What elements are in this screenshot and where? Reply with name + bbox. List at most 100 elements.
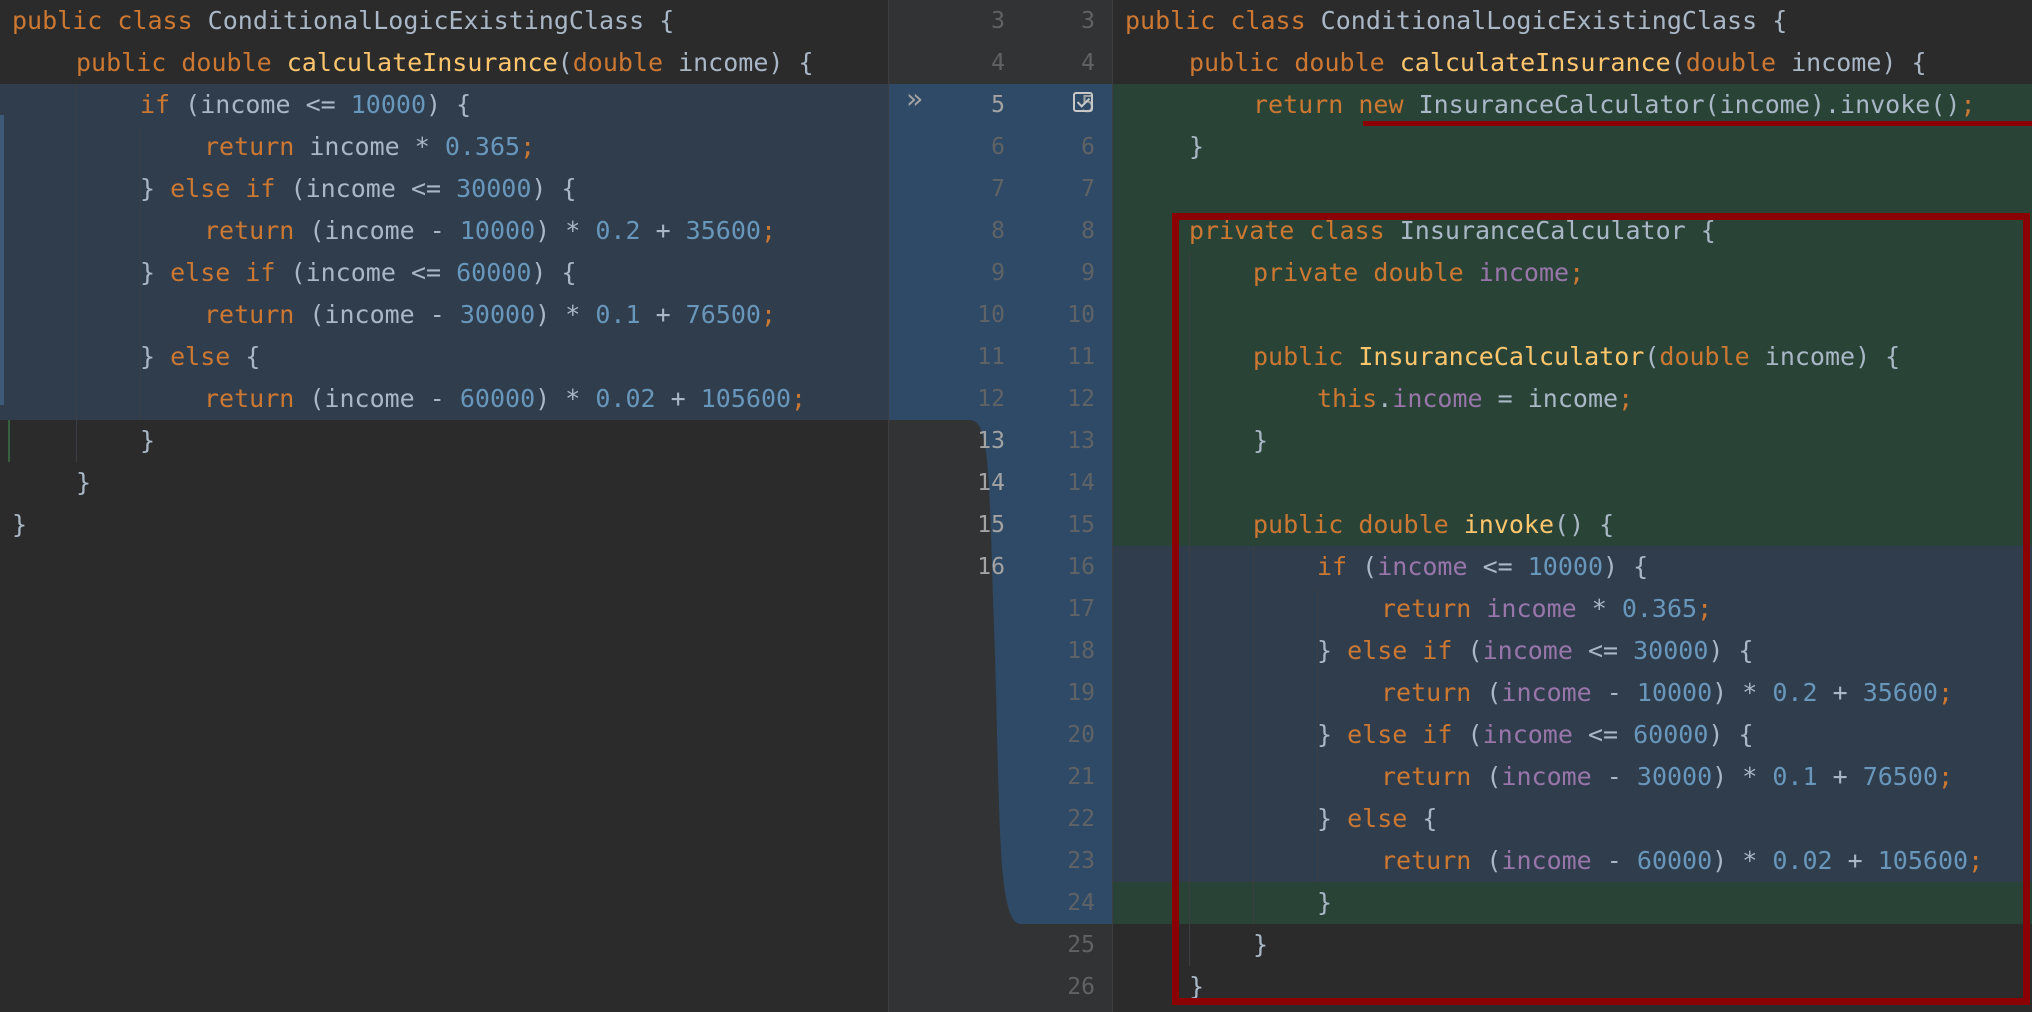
left-code-line[interactable]: public double calculateInsurance(double … — [0, 42, 888, 84]
code-token: + — [640, 300, 686, 329]
code-token: ) * — [535, 384, 596, 413]
right-line-number: 17 — [1067, 596, 1095, 622]
code-token: double — [1659, 342, 1765, 371]
right-code-text: private class InsuranceCalculator { — [1189, 216, 1716, 245]
code-token: ; — [1569, 258, 1585, 287]
right-line-number: 22 — [1067, 806, 1095, 832]
right-code-line[interactable]: public class ConditionalLogicExistingCla… — [1113, 0, 2032, 42]
code-token: 60000 — [1633, 720, 1709, 749]
code-token: ; — [1618, 384, 1634, 413]
apply-change-arrow-icon[interactable]: » — [906, 85, 928, 113]
left-code-line[interactable]: } — [0, 504, 888, 546]
right-line-number: 23 — [1067, 848, 1095, 874]
left-code-text: } else { — [140, 342, 260, 371]
code-token: ) { — [426, 90, 472, 119]
right-code-line[interactable]: this.income = income; — [1113, 378, 2032, 420]
code-token: ( — [557, 48, 573, 77]
code-token: class — [117, 6, 208, 35]
right-code-line[interactable]: } — [1113, 924, 2032, 966]
left-code-line[interactable]: return (income - 10000) * 0.2 + 35600; — [0, 210, 888, 252]
code-token: + — [1817, 678, 1863, 707]
left-line-number: 15 — [977, 512, 1005, 538]
left-code-line[interactable]: if (income <= 10000) { — [0, 84, 888, 126]
right-code-line[interactable]: private class InsuranceCalculator { — [1113, 210, 2032, 252]
code-token: InsuranceCalculator { — [1399, 216, 1716, 245]
code-token: income — [1482, 720, 1573, 749]
right-code-line[interactable]: } else if (income <= 30000) { — [1113, 630, 2032, 672]
code-token: . — [1377, 384, 1393, 413]
right-editor-pane[interactable]: public class ConditionalLogicExistingCla… — [1112, 0, 2032, 1012]
right-code-line[interactable]: } else { — [1113, 798, 2032, 840]
code-token: } — [1189, 132, 1205, 161]
right-line-number: 7 — [1081, 176, 1095, 202]
left-line-number: 9 — [991, 260, 1005, 286]
right-code-line[interactable]: public double calculateInsurance(double … — [1113, 42, 2032, 84]
left-code-line[interactable]: return (income - 30000) * 0.1 + 76500; — [0, 294, 888, 336]
code-token: income — [1501, 762, 1592, 791]
left-code-line[interactable]: } else if (income <= 60000) { — [0, 252, 888, 294]
code-token: 0.2 — [595, 216, 641, 245]
right-line-number: 20 — [1067, 722, 1095, 748]
right-code-line[interactable]: } — [1113, 882, 2032, 924]
right-code-line[interactable]: private double income; — [1113, 252, 2032, 294]
left-code-line[interactable] — [0, 546, 888, 588]
right-line-number: 12 — [1067, 386, 1095, 412]
left-code-line[interactable]: } — [0, 462, 888, 504]
right-code-line[interactable]: } — [1113, 420, 2032, 462]
code-token: 10000 — [1636, 678, 1713, 707]
code-token: double — [1358, 510, 1464, 539]
left-code-text: if (income <= 10000) { — [140, 90, 471, 119]
code-token: double — [1685, 48, 1792, 77]
right-line-number: 3 — [1081, 8, 1095, 34]
left-code-line[interactable]: return income * 0.365; — [0, 126, 888, 168]
right-code-line[interactable] — [1113, 294, 2032, 336]
right-code-line[interactable] — [1113, 168, 2032, 210]
right-code-line[interactable]: if (income <= 10000) { — [1113, 546, 2032, 588]
right-code-text: } — [1253, 930, 1268, 959]
left-line-number: 10 — [977, 302, 1005, 328]
code-token: class — [1309, 216, 1400, 245]
left-code-line[interactable]: return (income - 60000) * 0.02 + 105600; — [0, 378, 888, 420]
right-code-line[interactable]: return new InsuranceCalculator(income).i… — [1113, 84, 2032, 126]
right-code-line[interactable]: return (income - 30000) * 0.1 + 76500; — [1113, 756, 2032, 798]
code-token: } — [140, 342, 171, 371]
right-code-text: } else if (income <= 60000) { — [1317, 720, 1754, 749]
code-token: else if — [170, 258, 291, 287]
code-token: else if — [1347, 636, 1468, 665]
code-token: 105600 — [700, 384, 792, 413]
accept-change-checkbox-icon[interactable] — [1073, 92, 1093, 112]
right-code-line[interactable]: } — [1113, 126, 2032, 168]
left-code-line[interactable]: } else if (income <= 30000) { — [0, 168, 888, 210]
code-token: } — [1317, 888, 1333, 917]
right-code-text: } — [1189, 972, 1204, 1001]
left-editor-pane[interactable]: public class ConditionalLogicExistingCla… — [0, 0, 888, 1012]
code-token: { — [245, 342, 261, 371]
code-token: } — [1317, 636, 1348, 665]
right-code-text: return new InsuranceCalculator(income).i… — [1253, 90, 1976, 119]
left-code-text: } — [12, 510, 27, 539]
right-code-line[interactable]: } else if (income <= 60000) { — [1113, 714, 2032, 756]
code-token: 60000 — [456, 258, 532, 287]
right-code-line[interactable] — [1113, 462, 2032, 504]
code-token: 30000 — [1633, 636, 1709, 665]
left-line-number: 8 — [991, 218, 1005, 244]
left-code-text: } else if (income <= 30000) { — [140, 174, 577, 203]
code-token: ) { — [1708, 720, 1754, 749]
right-code-line[interactable]: public double invoke() { — [1113, 504, 2032, 546]
right-line-number: 21 — [1067, 764, 1095, 790]
code-token: 76500 — [685, 300, 761, 329]
right-code-line[interactable]: return (income - 60000) * 0.02 + 105600; — [1113, 840, 2032, 882]
right-code-line[interactable]: return (income - 10000) * 0.2 + 35600; — [1113, 672, 2032, 714]
code-token: ) * — [535, 300, 596, 329]
right-code-text: } — [1317, 888, 1332, 917]
right-code-line[interactable]: return income * 0.365; — [1113, 588, 2032, 630]
left-code-line[interactable]: } else { — [0, 336, 888, 378]
right-code-line[interactable]: } — [1113, 966, 2032, 1008]
code-token: 0.2 — [1772, 678, 1818, 707]
code-token: + — [640, 216, 686, 245]
code-token: ; — [760, 216, 776, 245]
left-code-line[interactable]: } — [0, 420, 888, 462]
code-token: 60000 — [1636, 846, 1713, 875]
left-code-line[interactable]: public class ConditionalLogicExistingCla… — [0, 0, 888, 42]
right-code-line[interactable]: public InsuranceCalculator(double income… — [1113, 336, 2032, 378]
